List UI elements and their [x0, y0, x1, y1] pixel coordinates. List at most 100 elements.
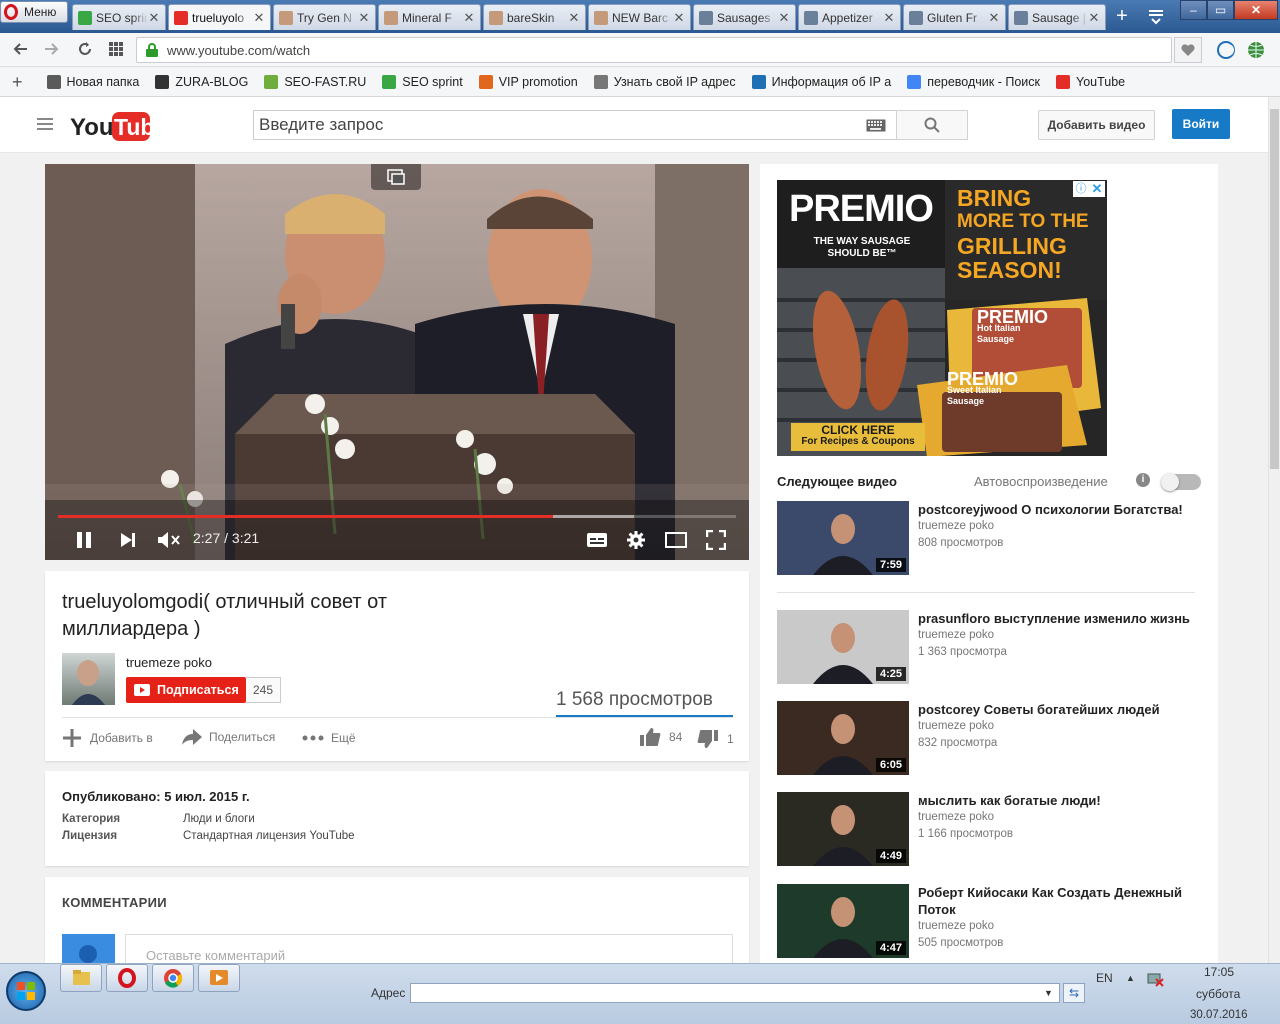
category-value[interactable]: Люди и блоги — [183, 813, 255, 825]
taskbar-chrome[interactable] — [152, 964, 194, 992]
bookmark-item[interactable]: Информация об IP а — [751, 75, 891, 89]
subscribe-button[interactable]: Подписаться — [126, 677, 246, 703]
tab-0[interactable]: SEO sprin ✕ — [72, 4, 166, 30]
video-thumbnail[interactable]: 4:49 — [777, 792, 909, 866]
upload-button[interactable]: Добавить видео — [1038, 110, 1155, 140]
clock-time[interactable]: 17:05 — [1204, 965, 1234, 979]
video-title[interactable]: мыслить как богатые люди! — [918, 792, 1208, 809]
tab-1[interactable]: trueluyolo ✕ — [168, 4, 271, 30]
tab-4[interactable]: bareSkin ✕ — [483, 4, 586, 30]
video-player[interactable]: 2:27 / 3:21 — [45, 164, 749, 560]
new-tab-button[interactable]: + — [1110, 5, 1134, 27]
bookmark-heart-icon[interactable] — [1174, 37, 1202, 63]
dislike-button[interactable]: 1 — [697, 729, 734, 749]
language-indicator[interactable]: EN — [1096, 971, 1113, 985]
tab-close-icon[interactable]: ✕ — [358, 10, 370, 26]
related-video-item[interactable]: 4:47 Роберт Кийосаки Как Создать Денежный… — [777, 884, 1207, 960]
channel-name[interactable]: truemeze poko — [126, 655, 212, 670]
video-title[interactable]: prasunfloro выступление изменило жизнь — [918, 610, 1208, 627]
video-thumbnail[interactable]: 4:47 — [777, 884, 909, 958]
bookmark-item[interactable]: SEO-FAST.RU — [264, 75, 366, 89]
forward-icon[interactable] — [42, 40, 60, 58]
network-icon[interactable] — [1147, 971, 1165, 987]
bookmark-item[interactable]: YouTube — [1056, 75, 1125, 89]
share-button[interactable]: Поделиться — [181, 728, 275, 746]
ad-banner[interactable]: PREMIO THE WAY SAUSAGE SHOULD BE™ BRING … — [777, 180, 1107, 456]
address-go-icon[interactable]: ⇆ — [1063, 983, 1085, 1003]
video-thumbnail[interactable]: 4:25 — [777, 610, 909, 684]
tray-expand-icon[interactable]: ▲ — [1126, 973, 1135, 983]
bookmark-item[interactable]: переводчик - Поиск — [907, 75, 1040, 89]
theater-mode-icon[interactable] — [665, 532, 687, 548]
ad-close-icon[interactable]: ✕ — [1089, 181, 1105, 197]
reload-icon[interactable] — [76, 40, 94, 58]
back-icon[interactable] — [12, 40, 30, 58]
taskbar-address-input[interactable] — [410, 983, 1060, 1003]
address-field[interactable]: www.youtube.com/watch — [136, 37, 1172, 63]
scrollbar-thumb[interactable] — [1270, 109, 1279, 469]
subtitles-icon[interactable] — [586, 531, 608, 549]
guide-menu-icon[interactable] — [36, 117, 54, 131]
keyboard-icon[interactable] — [866, 119, 886, 132]
tab-close-icon[interactable]: ✕ — [568, 10, 580, 26]
taskbar-explorer[interactable] — [60, 964, 102, 992]
minimize-button[interactable]: – — [1180, 0, 1207, 20]
sign-in-button[interactable]: Войти — [1172, 109, 1230, 139]
autoplay-toggle[interactable] — [1161, 473, 1201, 491]
fullscreen-icon[interactable] — [706, 530, 726, 550]
extension-icon[interactable] — [1216, 40, 1236, 60]
miniplayer-icon[interactable] — [371, 164, 421, 190]
tab-close-icon[interactable]: ✕ — [1088, 10, 1100, 26]
tab-close-icon[interactable]: ✕ — [463, 10, 475, 26]
maximize-button[interactable]: ▭ — [1207, 0, 1234, 20]
add-to-button[interactable]: Добавить в — [62, 728, 153, 748]
taskbar-media[interactable] — [198, 964, 240, 992]
progress-bar[interactable] — [58, 515, 736, 518]
next-icon[interactable] — [119, 532, 137, 548]
bookmark-item[interactable]: ZURA-BLOG — [155, 75, 248, 89]
opera-menu-button[interactable]: Меню — [0, 1, 68, 23]
mute-icon[interactable] — [157, 531, 181, 549]
taskbar-opera[interactable] — [106, 964, 148, 992]
more-actions-button[interactable]: Ещё — [302, 728, 356, 748]
tab-7[interactable]: Appetizer ✕ — [798, 4, 901, 30]
related-video-item[interactable]: 4:25 prasunfloro выступление изменило жиз… — [777, 610, 1207, 686]
search-button[interactable] — [896, 110, 968, 140]
related-video-item[interactable]: 6:05 postcorey Советы богатейших людей tru… — [777, 701, 1207, 777]
settings-gear-icon[interactable] — [626, 530, 646, 550]
channel-avatar[interactable] — [62, 653, 115, 705]
tab-5[interactable]: NEW Barc ✕ — [588, 4, 691, 30]
bookmark-item[interactable]: Новая папка — [46, 75, 139, 89]
page-scrollbar[interactable] — [1268, 97, 1280, 963]
address-dropdown-icon[interactable]: ▼ — [1044, 988, 1053, 998]
video-thumbnail[interactable]: 7:59 — [777, 501, 909, 575]
speed-dial-icon[interactable] — [108, 41, 124, 57]
globe-extension-icon[interactable] — [1246, 40, 1266, 60]
autoplay-info-icon[interactable]: i — [1136, 473, 1150, 487]
start-button[interactable] — [6, 971, 46, 1011]
tab-close-icon[interactable]: ✕ — [253, 10, 265, 26]
tab-menu-icon[interactable] — [1145, 6, 1167, 26]
tab-6[interactable]: Sausages ✕ — [693, 4, 796, 30]
tab-close-icon[interactable]: ✕ — [673, 10, 685, 26]
bookmark-item[interactable]: Узнать свой IP адрес — [593, 75, 736, 89]
ad-cta[interactable]: CLICK HERE For Recipes & Coupons — [791, 424, 925, 448]
tab-close-icon[interactable]: ✕ — [883, 10, 895, 26]
video-title[interactable]: postcorey Советы богатейших людей — [918, 701, 1208, 718]
search-input[interactable]: Введите запрос — [253, 110, 896, 140]
tab-close-icon[interactable]: ✕ — [778, 10, 790, 26]
tab-3[interactable]: Mineral F ✕ — [378, 4, 481, 30]
video-thumbnail[interactable]: 6:05 — [777, 701, 909, 775]
bookmark-item[interactable]: VIP promotion — [478, 75, 578, 89]
pause-icon[interactable] — [75, 531, 93, 549]
video-title[interactable]: Роберт Кийосаки Как Создать Денежный Пот… — [918, 884, 1208, 918]
bookmark-item[interactable]: SEO sprint — [382, 75, 463, 89]
related-video-item[interactable]: 4:49 мыслить как богатые люди! truemeze po… — [777, 792, 1207, 868]
tab-8[interactable]: Gluten Fr ✕ — [903, 4, 1006, 30]
related-video-item[interactable]: 7:59 postcoreyjwood О психологии Богатств… — [777, 501, 1207, 577]
tab-9[interactable]: Sausage | ✕ — [1008, 4, 1106, 30]
youtube-logo[interactable]: YouTube — [70, 110, 150, 142]
tab-close-icon[interactable]: ✕ — [988, 10, 1000, 26]
like-button[interactable]: 84 — [639, 727, 682, 747]
video-title[interactable]: postcoreyjwood О психологии Богатства! — [918, 501, 1208, 518]
